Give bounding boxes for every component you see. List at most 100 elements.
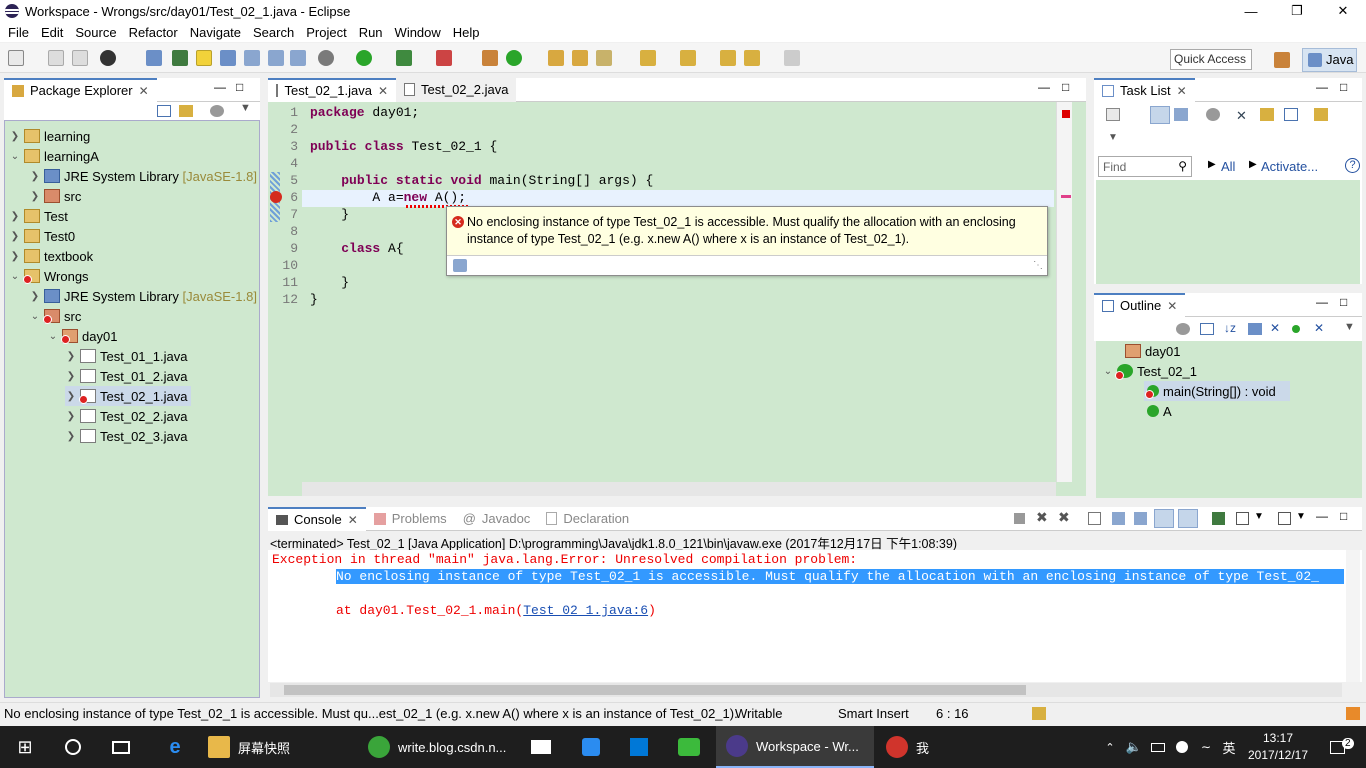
mail-button[interactable] xyxy=(526,726,556,768)
remove-all-icon[interactable]: ✖ xyxy=(1058,509,1070,526)
start-button[interactable]: ⊞ xyxy=(10,726,40,768)
remove-launch-icon[interactable]: ✖ xyxy=(1036,509,1048,526)
task-view-button[interactable] xyxy=(106,726,136,768)
quick-access-input[interactable]: Quick Access xyxy=(1170,49,1252,70)
menu-run[interactable]: Run xyxy=(354,25,390,40)
hide-static-icon[interactable]: ✕ xyxy=(1270,321,1280,335)
last-edit-icon[interactable] xyxy=(720,50,736,66)
task-find-field[interactable]: Find ⚲ xyxy=(1098,156,1192,177)
chevron-down-icon[interactable]: ⌄ xyxy=(47,331,59,342)
tree-item-file[interactable]: ❯ Test_01_1.java xyxy=(65,346,188,366)
sort-icon[interactable]: ↓z xyxy=(1224,321,1236,335)
chevron-right-icon[interactable]: ❯ xyxy=(9,211,21,222)
hide-local-types-icon[interactable]: ✕ xyxy=(1314,321,1324,335)
word-wrap-icon[interactable] xyxy=(1134,512,1147,525)
status-notification-icon[interactable] xyxy=(1346,707,1360,720)
tree-item-file-selected[interactable]: ❯ Test_02_1.java xyxy=(65,386,191,406)
focus-task-icon[interactable] xyxy=(1176,323,1190,335)
taskbar-app-browser[interactable]: write.blog.csdn.n... xyxy=(358,726,516,768)
terminate-icon[interactable] xyxy=(1014,513,1025,524)
show-stdout-icon[interactable] xyxy=(1154,509,1174,528)
tree-item-file[interactable]: ❯ Test_02_3.java xyxy=(65,426,188,446)
open-task-icon[interactable] xyxy=(572,50,588,66)
outline-item-package[interactable]: day01 xyxy=(1122,341,1180,361)
maximize-view-icon[interactable]: □ xyxy=(1340,295,1347,309)
tree-item-learning[interactable]: ❯ learning xyxy=(9,126,90,146)
stack-frame-link[interactable]: Test_02_1.java:6 xyxy=(523,603,648,618)
pin-console-icon[interactable] xyxy=(1212,512,1225,525)
show-hidden-icons-button[interactable]: ⌃ xyxy=(1100,726,1120,768)
tab-package-explorer[interactable]: Package Explorer ✕ xyxy=(4,77,157,102)
sync-icon[interactable] xyxy=(1260,108,1274,121)
tab-console[interactable]: Console ✕ xyxy=(268,506,366,531)
categorized-icon[interactable] xyxy=(1150,106,1170,124)
iqiyi-button[interactable] xyxy=(674,726,704,768)
toggle-breadcrumb-icon[interactable] xyxy=(172,50,188,66)
horizontal-scrollbar[interactable] xyxy=(302,482,1056,496)
scrollbar-thumb[interactable] xyxy=(284,685,1026,695)
tree-item-textbook[interactable]: ❯ textbook xyxy=(9,246,93,266)
search-icon[interactable] xyxy=(596,50,612,66)
resize-grip-icon[interactable]: ⋱ xyxy=(1033,260,1043,271)
edge-button[interactable]: e xyxy=(160,726,190,768)
minimize-view-icon[interactable]: — xyxy=(1038,80,1050,94)
console-output[interactable]: Exception in thread "main" java.lang.Err… xyxy=(268,550,1362,682)
show-whitespace-icon[interactable] xyxy=(244,50,260,66)
menu-help[interactable]: Help xyxy=(448,25,487,40)
show-format-icon[interactable] xyxy=(290,50,306,66)
chevron-down-icon[interactable]: ⌄ xyxy=(29,311,41,322)
scheduled-icon[interactable] xyxy=(1174,108,1188,121)
activate-link[interactable]: Activate... xyxy=(1261,159,1318,174)
open-type-icon[interactable] xyxy=(100,50,116,66)
minimize-view-icon[interactable]: — xyxy=(214,80,226,94)
next-annotation-icon[interactable] xyxy=(640,50,656,66)
display-console-icon[interactable] xyxy=(1236,512,1249,525)
tab-outline[interactable]: Outline ✕ xyxy=(1094,292,1186,317)
menu-project[interactable]: Project xyxy=(301,25,353,40)
menu-search[interactable]: Search xyxy=(248,25,301,40)
ime-indicator[interactable]: 英 xyxy=(1218,726,1240,768)
chevron-right-icon[interactable]: ❯ xyxy=(9,231,21,242)
open-folder-icon[interactable] xyxy=(548,50,564,66)
menu-navigate[interactable]: Navigate xyxy=(185,25,248,40)
tab-test-02-1[interactable]: Test_02_1.java ✕ xyxy=(268,77,396,102)
menu-edit[interactable]: Edit xyxy=(36,25,70,40)
close-icon[interactable]: ✕ xyxy=(139,84,149,98)
chevron-right-icon[interactable]: ❯ xyxy=(29,291,41,302)
chevron-down-icon[interactable]: ▼ xyxy=(1296,511,1306,522)
show-stderr-icon[interactable] xyxy=(1178,509,1198,528)
console-horizontal-scrollbar[interactable] xyxy=(270,683,1342,697)
chevron-right-icon[interactable]: ❯ xyxy=(65,411,77,422)
menu-window[interactable]: Window xyxy=(390,25,448,40)
close-icon[interactable]: ✕ xyxy=(348,513,358,527)
close-icon[interactable]: ✕ xyxy=(378,84,388,98)
chevron-down-icon[interactable]: ▼ xyxy=(1108,132,1118,143)
hide-nonpublic-icon[interactable] xyxy=(1292,325,1300,333)
tray-app-icon[interactable] xyxy=(1172,726,1192,768)
scroll-lock-icon[interactable] xyxy=(1112,512,1125,525)
minimize-view-icon[interactable]: — xyxy=(1316,509,1328,523)
chevron-down-icon[interactable]: ⌄ xyxy=(1102,366,1114,377)
taskbar-app-folder[interactable]: 屏幕快照 xyxy=(200,726,350,768)
maximize-view-icon[interactable]: □ xyxy=(236,80,243,94)
skip-breakpoints-icon[interactable] xyxy=(146,50,162,66)
tree-item-test[interactable]: ❯ Test xyxy=(9,206,68,226)
new-class-icon[interactable] xyxy=(506,50,522,66)
save-icon[interactable] xyxy=(48,50,64,66)
new-icon[interactable] xyxy=(8,50,24,66)
error-overview-marker[interactable] xyxy=(1061,195,1071,198)
hide-fields-icon[interactable] xyxy=(1248,323,1262,335)
chevron-right-icon[interactable]: ❯ xyxy=(65,391,77,402)
all-link[interactable]: All xyxy=(1221,159,1235,174)
close-icon[interactable]: ✕ xyxy=(1167,299,1177,313)
tab-task-list[interactable]: Task List ✕ xyxy=(1094,77,1195,102)
close-icon[interactable]: ✕ xyxy=(1177,84,1187,98)
tree-item-test0[interactable]: ❯ Test0 xyxy=(9,226,75,246)
tree-item-file[interactable]: ❯ Test_02_2.java xyxy=(65,406,188,426)
vertical-scrollbar[interactable] xyxy=(1056,102,1072,482)
tree-item-jre-library[interactable]: ❯ JRE System Library [JavaSE-1.8] xyxy=(29,286,257,306)
tree-item-learninga[interactable]: ⌄ learningA xyxy=(9,146,99,166)
focus-task-icon[interactable] xyxy=(210,105,224,117)
maximize-view-icon[interactable]: □ xyxy=(1062,80,1069,94)
tab-test-02-2[interactable]: Test_02_2.java xyxy=(396,77,517,102)
